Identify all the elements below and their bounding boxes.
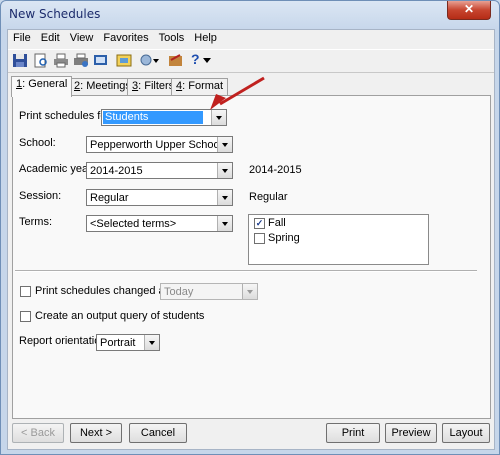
print-for-dropdown[interactable]: Students <box>101 109 227 126</box>
tab-format-label: : Format <box>182 80 224 92</box>
menu-help[interactable]: Help <box>189 30 222 44</box>
output-query-checkbox[interactable] <box>20 311 31 322</box>
tab-meetings-label: : Meetings <box>80 80 131 92</box>
terms-dropdown[interactable]: <Selected terms> <box>86 215 233 232</box>
chevron-down-icon[interactable] <box>144 335 159 350</box>
menu-tools[interactable]: Tools <box>154 30 190 44</box>
preview-button[interactable]: Preview <box>385 423 437 443</box>
print-button[interactable]: Print <box>326 423 380 443</box>
academic-year-display: 2014-2015 <box>249 164 302 176</box>
dialog-window: New Schedules ✕ File Edit View Favorites Too… <box>0 0 500 455</box>
session-dropdown[interactable]: Regular <box>86 189 233 206</box>
print-for-value: Students <box>103 111 203 124</box>
fall-checkbox[interactable]: ✓ <box>254 218 265 229</box>
menu-view[interactable]: View <box>65 30 99 44</box>
options-icon[interactable] <box>168 53 184 68</box>
orientation-dropdown[interactable]: Portrait <box>96 334 160 351</box>
print-preview-icon[interactable] <box>33 53 49 68</box>
tab-general-label: : General <box>22 78 68 90</box>
layout-button[interactable]: Layout <box>442 423 490 443</box>
chevron-down-icon[interactable] <box>211 110 226 125</box>
orientation-value: Portrait <box>100 337 136 349</box>
save-icon[interactable] <box>12 53 28 68</box>
menu-favorites[interactable]: Favorites <box>98 30 153 44</box>
terms-checklist: ✓ Fall Spring <box>248 214 429 265</box>
menu-bar: File Edit View Favorites Tools Help <box>8 30 494 48</box>
help-glyph: ? <box>191 51 200 67</box>
tab-general[interactable]: 1: General <box>11 76 73 97</box>
session-value: Regular <box>90 192 129 204</box>
close-button[interactable]: ✕ <box>447 1 491 20</box>
toolbar: ? <box>8 49 494 73</box>
session-label: Session: <box>19 190 62 202</box>
help-icon[interactable]: ? <box>191 51 213 67</box>
academic-year-label: Academic year: <box>19 163 95 175</box>
terms-label: Terms: <box>19 216 52 228</box>
output-query-label: Create an output query of students <box>35 310 205 322</box>
print-setup-icon[interactable] <box>73 53 89 68</box>
menu-edit[interactable]: Edit <box>36 30 65 44</box>
picture-icon[interactable] <box>116 53 132 68</box>
menu-file[interactable]: File <box>8 30 36 44</box>
window-title: New Schedules <box>9 7 101 21</box>
fall-label: Fall <box>268 217 286 229</box>
print-for-label: Print schedules for: <box>19 110 114 122</box>
favorites-dropdown-icon[interactable] <box>139 53 159 68</box>
help-dropdown-arrow-icon <box>203 58 211 63</box>
chevron-down-icon[interactable] <box>217 216 232 231</box>
printer-icon[interactable] <box>53 53 69 68</box>
changed-as-of-value: Today <box>164 286 194 298</box>
terms-value: <Selected terms> <box>90 218 177 230</box>
chevron-down-icon[interactable] <box>217 190 232 205</box>
spring-label: Spring <box>268 232 300 244</box>
back-button[interactable]: < Back <box>12 423 64 443</box>
spring-checkbox[interactable] <box>254 233 265 244</box>
academic-year-dropdown[interactable]: 2014-2015 <box>86 162 233 179</box>
export-icon[interactable] <box>93 53 109 68</box>
changed-as-of-dropdown[interactable]: Today <box>160 283 258 300</box>
cancel-button[interactable]: Cancel <box>129 423 187 443</box>
school-dropdown[interactable]: Pepperworth Upper School <box>86 136 233 153</box>
dialog-client-area: File Edit View Favorites Tools Help ? 1: Gene… <box>7 29 495 450</box>
chevron-down-icon[interactable] <box>217 137 232 152</box>
chevron-down-icon[interactable] <box>217 163 232 178</box>
session-display: Regular <box>249 191 288 203</box>
school-label: School: <box>19 137 56 149</box>
tab-meetings[interactable]: 2: Meetings <box>69 78 136 96</box>
changed-as-of-checkbox[interactable] <box>20 286 31 297</box>
school-value: Pepperworth Upper School <box>90 139 223 151</box>
button-bar: < Back Next > Cancel Print Preview Layou… <box>8 423 494 449</box>
academic-year-value: 2014-2015 <box>90 165 143 177</box>
section-divider <box>15 270 477 272</box>
chevron-down-icon[interactable] <box>242 284 257 299</box>
tab-filters-label: : Filters <box>138 80 175 92</box>
next-button[interactable]: Next > <box>70 423 122 443</box>
tab-format[interactable]: 4: Format <box>171 78 229 96</box>
